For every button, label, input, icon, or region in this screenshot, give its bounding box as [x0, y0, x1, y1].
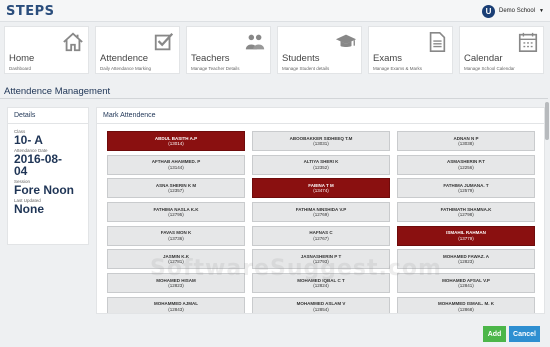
student-id: (13474) — [313, 188, 329, 194]
class-value: 10- A — [14, 133, 43, 147]
calendar-icon — [518, 32, 538, 52]
checkbox-icon — [154, 32, 174, 51]
student-toggle[interactable]: FAVAS MON K (13736) — [107, 225, 245, 246]
student-toggle[interactable]: FABINA T M (13474) — [252, 178, 390, 199]
student-id: (12843) — [168, 306, 184, 312]
tile-subtitle: Daily Attendance Marking — [100, 66, 152, 71]
tile-subtitle: Manage School Calendar — [464, 66, 515, 71]
student-id: (12795) — [168, 212, 184, 218]
home-icon — [63, 32, 83, 52]
document-icon — [429, 32, 446, 52]
user-name[interactable]: Demo School — [499, 8, 535, 14]
graduation-cap-icon — [335, 34, 357, 48]
student-id: (13779) — [458, 235, 474, 241]
tile-title: Teachers — [191, 53, 230, 64]
top-bar: STEPS U Demo School ▼ — [0, 0, 550, 22]
page-scrollbar[interactable] — [545, 22, 549, 342]
scrollbar-thumb[interactable] — [545, 102, 549, 140]
student-id: (12824) — [313, 283, 329, 289]
student-id: (12798) — [458, 212, 474, 218]
tile-exams[interactable]: Exams Manage Exams & Marks — [368, 26, 453, 74]
module-tiles: Home Dashboard Attendence Daily Attendan… — [4, 26, 544, 74]
student-toggle[interactable]: ABOOBAKKER SIDHEEQ T.M (13031) — [252, 131, 390, 151]
student-toggle[interactable]: JASMIN K.K (12781) — [107, 249, 245, 270]
tile-title: Home — [9, 53, 35, 64]
student-toggle[interactable]: JASNASHERIN P T (12793) — [252, 249, 390, 270]
student-id: (12579) — [458, 188, 474, 194]
student-toggle[interactable]: ISMAHIL RAHMAN (13779) — [397, 225, 535, 246]
student-toggle[interactable]: MOHAMMED AJMAL (12843) — [107, 296, 245, 313]
session-value: Fore Noon — [14, 183, 74, 197]
student-id: (13736) — [168, 235, 184, 241]
student-id: (13031) — [313, 141, 329, 146]
page-title: Attendence Management — [4, 86, 111, 97]
tile-title: Exams — [373, 53, 403, 64]
student-toggle[interactable]: FATHIMATH SHAMNA.K (12798) — [397, 202, 535, 223]
student-toggle[interactable]: AFTHAB AHAMMED. P (13144) — [107, 154, 245, 175]
details-panel: Details Class 10- A Attendance Date 2016… — [7, 107, 89, 245]
student-id: (12841) — [458, 283, 474, 289]
tile-calendar[interactable]: Calendar Manage School Calendar — [459, 26, 544, 74]
chevron-down-icon[interactable]: ▼ — [539, 8, 544, 14]
student-id: (12769) — [313, 212, 329, 218]
student-toggle[interactable]: MOHAMED FAWAZ. A (12823) — [397, 249, 535, 270]
student-toggle[interactable]: FATHIMA JUMANA. T (12579) — [397, 178, 535, 199]
student-id: (12352) — [313, 164, 329, 170]
student-grid: ABDUL BASITH A.P (13014) ABOOBAKKER SIDHEE… — [107, 131, 536, 313]
student-id: (12868) — [458, 306, 474, 312]
action-buttons: Add Cancel — [483, 326, 540, 342]
student-toggle[interactable]: ASMASHERIN P.T (12256) — [397, 154, 535, 175]
student-id: (12823) — [458, 259, 474, 265]
tile-subtitle: Manage Student details — [282, 66, 330, 71]
student-toggle[interactable]: ABDUL BASITH A.P (13014) — [107, 131, 245, 151]
cancel-button[interactable]: Cancel — [509, 326, 540, 342]
student-id: (12793) — [313, 259, 329, 265]
tile-subtitle: Dashboard — [9, 66, 32, 71]
brand-logo[interactable]: STEPS — [6, 4, 55, 19]
tile-students[interactable]: Students Manage Student details — [277, 26, 362, 74]
student-id: (12781) — [168, 259, 184, 265]
tile-attendence[interactable]: Attendence Daily Attendance Marking — [95, 26, 180, 74]
tile-subtitle: Manage Teacher Details — [191, 66, 240, 71]
student-toggle[interactable]: FATHIMA NINSHIDA V.P (12769) — [252, 202, 390, 223]
updated-value: None — [14, 202, 44, 216]
details-heading: Details — [8, 108, 88, 124]
teachers-icon — [245, 34, 265, 50]
student-toggle[interactable]: HAFNAS C (12767) — [252, 225, 390, 246]
divider — [0, 98, 548, 99]
student-id: (12357) — [168, 188, 184, 194]
attendance-heading: Mark Attendence — [97, 108, 544, 124]
student-id: (12854) — [313, 306, 329, 312]
student-toggle[interactable]: ADNAN N P (13038) — [397, 131, 535, 151]
tile-teachers[interactable]: Teachers Manage Teacher Details — [186, 26, 271, 74]
tile-home[interactable]: Home Dashboard — [4, 26, 89, 74]
student-toggle[interactable]: MOHAMED IQBAL C T (12824) — [252, 273, 390, 294]
student-toggle[interactable]: MOHAMMED ASLAM V (12854) — [252, 296, 390, 313]
date-value-line2: 04 — [14, 164, 28, 178]
student-toggle[interactable]: ALTIYA SHERI K (12352) — [252, 154, 390, 175]
student-toggle[interactable]: MOHAMED AFSAL V.P (12841) — [397, 273, 535, 294]
student-id: (13038) — [458, 141, 474, 146]
tile-subtitle: Manage Exams & Marks — [373, 66, 423, 71]
attendance-panel: Mark Attendence ABDUL BASITH A.P (13014) A… — [96, 107, 545, 314]
tile-title: Attendence — [100, 53, 149, 64]
tile-title: Calendar — [464, 53, 503, 64]
student-toggle[interactable]: FATHIMA NASLA K.K (12795) — [107, 202, 245, 223]
user-avatar[interactable]: U — [482, 4, 496, 18]
student-id: (12767) — [313, 235, 329, 241]
student-id: (13014) — [168, 141, 184, 146]
student-toggle[interactable]: MOHAMMED ISMAIL. M. K (12868) — [397, 296, 535, 313]
student-toggle[interactable]: MOHAMED HISAM (12823) — [107, 273, 245, 294]
tile-title: Students — [282, 53, 320, 64]
student-id: (12823) — [168, 283, 184, 289]
add-button[interactable]: Add — [483, 326, 506, 342]
student-id: (13144) — [168, 164, 184, 170]
student-toggle[interactable]: ASNA SHERIN K M (12357) — [107, 178, 245, 199]
user-menu[interactable]: U Demo School ▼ — [482, 4, 544, 18]
student-id: (12256) — [458, 164, 474, 170]
